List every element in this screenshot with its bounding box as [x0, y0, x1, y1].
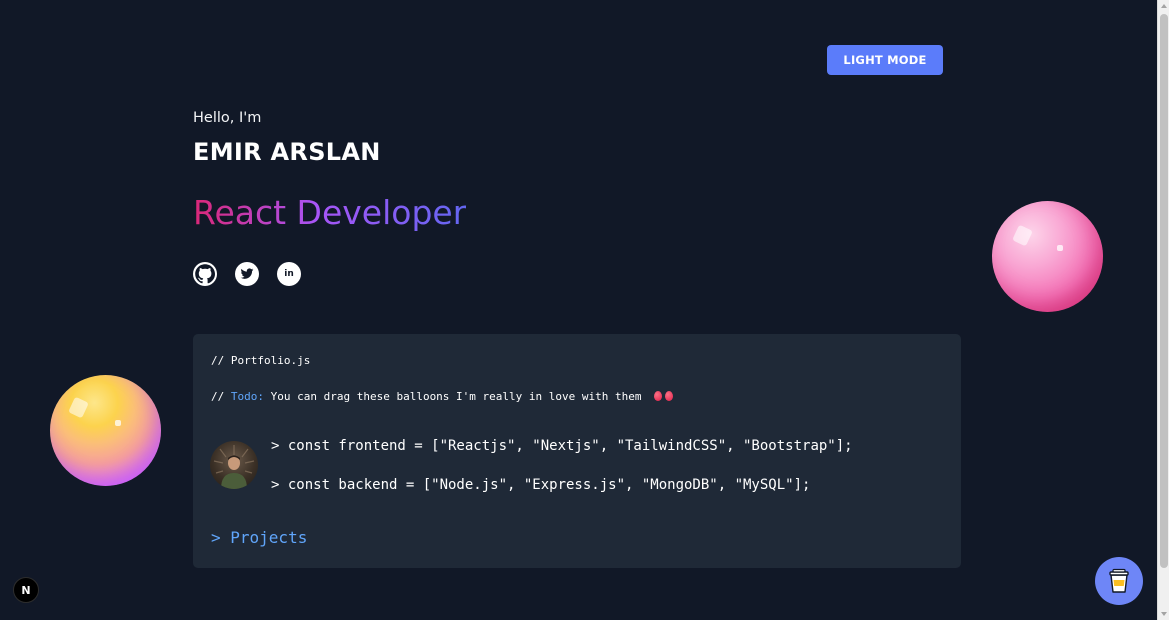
greeting-text: Hello, I'm [193, 110, 262, 126]
nextjs-dev-badge[interactable]: N [13, 577, 39, 603]
portfolio-page: LIGHT MODE Hello, I'm EMIR ARSLAN React … [0, 0, 1157, 620]
code-card: // Portfolio.js // Todo: You can drag th… [193, 334, 961, 568]
frontend-code-line: > const frontend = ["Reactjs", "Nextjs",… [271, 438, 853, 454]
light-mode-button[interactable]: LIGHT MODE [827, 45, 943, 75]
developer-name: EMIR ARSLAN [193, 138, 381, 166]
social-links: in [193, 262, 301, 286]
balloon-highlight [68, 396, 89, 419]
todo-text: You can drag these balloons I'm really i… [264, 390, 642, 403]
avatar [210, 441, 258, 489]
balloon-highlight [1012, 224, 1033, 247]
projects-link[interactable]: > Projects [211, 528, 307, 547]
balloon-emoji-icon [654, 391, 663, 401]
coffee-cup-icon [1109, 568, 1129, 593]
balloon-highlight-dot [115, 420, 121, 426]
todo-comment: // Todo: You can drag these balloons I'm… [211, 390, 674, 403]
twitter-icon [240, 268, 254, 279]
github-link[interactable] [193, 262, 217, 286]
orange-balloon[interactable] [50, 375, 161, 486]
linkedin-icon: in [284, 269, 294, 279]
balloon-emoji-icon [665, 391, 674, 401]
linkedin-link[interactable]: in [277, 262, 301, 286]
scroll-up-icon[interactable] [1161, 4, 1167, 8]
todo-prefix: // [211, 390, 231, 403]
pink-balloon[interactable] [992, 201, 1103, 312]
file-comment: // Portfolio.js [211, 354, 311, 367]
avatar-photo-icon [213, 445, 255, 489]
balloon-highlight-dot [1057, 245, 1063, 251]
github-icon [195, 264, 215, 284]
vertical-scrollbar[interactable] [1157, 0, 1169, 620]
developer-role: React Developer [193, 193, 467, 232]
scroll-thumb[interactable] [1160, 14, 1168, 568]
scroll-down-icon[interactable] [1161, 612, 1167, 616]
backend-code-line: > const backend = ["Node.js", "Express.j… [271, 477, 811, 493]
twitter-link[interactable] [235, 262, 259, 286]
todo-keyword: Todo: [230, 390, 264, 403]
buy-me-coffee-button[interactable] [1095, 557, 1143, 605]
